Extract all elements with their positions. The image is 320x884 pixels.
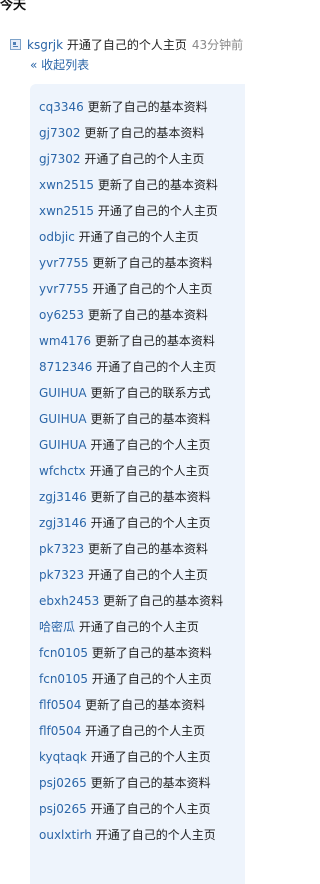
user-link[interactable]: wfchctx — [39, 464, 86, 478]
list-item: psj0265 开通了自己的个人主页 — [39, 800, 223, 826]
user-link[interactable]: kyqtaqk — [39, 750, 87, 764]
user-link[interactable]: flf0504 — [39, 724, 81, 738]
entry-user-link[interactable]: ksgrjk — [27, 38, 63, 52]
list-item: GUIHUA 更新了自己的联系方式 — [39, 384, 223, 410]
user-link[interactable]: 8712346 — [39, 360, 92, 374]
list-item: 8712346 开通了自己的个人主页 — [39, 358, 223, 384]
action-text: 更新了自己的基本资料 — [87, 542, 208, 556]
action-text: 开通了自己的个人主页 — [92, 282, 213, 296]
user-link[interactable]: zgj3146 — [39, 490, 87, 504]
list-item: fcn0105 开通了自己的个人主页 — [39, 670, 223, 696]
user-link[interactable]: xwn2515 — [39, 204, 94, 218]
action-text: 开通了自己的个人主页 — [90, 516, 211, 530]
user-link[interactable]: gj7302 — [39, 126, 81, 140]
action-text: 更新了自己的基本资料 — [87, 100, 208, 114]
list-item: psj0265 更新了自己的基本资料 — [39, 774, 223, 800]
user-link[interactable]: cq3346 — [39, 100, 84, 114]
user-link[interactable]: ouxlxtirh — [39, 828, 92, 842]
section-heading: 今天 — [0, 0, 27, 13]
user-link[interactable]: 哈密瓜 — [39, 620, 75, 634]
activity-list: cq3346 更新了自己的基本资料 gj7302 更新了自己的基本资料 gj7302… — [39, 98, 223, 852]
list-item: wfchctx 开通了自己的个人主页 — [39, 462, 223, 488]
action-text: 开通了自己的个人主页 — [91, 672, 212, 686]
user-link[interactable]: GUIHUA — [39, 412, 87, 426]
user-link[interactable]: oy6253 — [39, 308, 84, 322]
list-item: xwn2515 开通了自己的个人主页 — [39, 202, 223, 228]
action-text: 开通了自己的个人主页 — [90, 750, 211, 764]
feed-icon — [10, 39, 21, 50]
user-link[interactable]: zgj3146 — [39, 516, 87, 530]
action-text: 更新了自己的基本资料 — [90, 412, 211, 426]
entry-time: 43分钟前 — [191, 38, 244, 52]
list-item: xwn2515 更新了自己的基本资料 — [39, 176, 223, 202]
list-item: oy6253 更新了自己的基本资料 — [39, 306, 223, 332]
list-item: cq3346 更新了自己的基本资料 — [39, 98, 223, 124]
list-item: 哈密瓜 开通了自己的个人主页 — [39, 618, 223, 644]
list-item: ouxlxtirh 开通了自己的个人主页 — [39, 826, 223, 852]
user-link[interactable]: GUIHUA — [39, 386, 87, 400]
user-link[interactable]: fcn0105 — [39, 672, 88, 686]
action-text: 开通了自己的个人主页 — [96, 360, 217, 374]
list-item: pk7323 开通了自己的个人主页 — [39, 566, 223, 592]
action-text: 更新了自己的基本资料 — [94, 334, 215, 348]
list-item: gj7302 开通了自己的个人主页 — [39, 150, 223, 176]
entry-action: 开通了自己的个人主页 — [66, 38, 187, 52]
user-link[interactable]: xwn2515 — [39, 178, 94, 192]
list-item: yvr7755 更新了自己的基本资料 — [39, 254, 223, 280]
action-text: 更新了自己的联系方式 — [90, 386, 211, 400]
action-text: 开通了自己的个人主页 — [85, 724, 206, 738]
list-item: wm4176 更新了自己的基本资料 — [39, 332, 223, 358]
list-item: odbjic 开通了自己的个人主页 — [39, 228, 223, 254]
user-link[interactable]: fcn0105 — [39, 646, 88, 660]
list-item: yvr7755 开通了自己的个人主页 — [39, 280, 223, 306]
list-item: zgj3146 更新了自己的基本资料 — [39, 488, 223, 514]
user-link[interactable]: gj7302 — [39, 152, 81, 166]
action-text: 更新了自己的基本资料 — [84, 126, 205, 140]
user-link[interactable]: wm4176 — [39, 334, 91, 348]
list-item: ebxh2453 更新了自己的基本资料 — [39, 592, 223, 618]
list-item: zgj3146 开通了自己的个人主页 — [39, 514, 223, 540]
action-text: 开通了自己的个人主页 — [87, 568, 208, 582]
action-text: 更新了自己的基本资料 — [103, 594, 224, 608]
list-item: pk7323 更新了自己的基本资料 — [39, 540, 223, 566]
list-item: GUIHUA 更新了自己的基本资料 — [39, 410, 223, 436]
activity-list-panel: cq3346 更新了自己的基本资料 gj7302 更新了自己的基本资料 gj7302… — [30, 84, 245, 884]
collapse-list-label[interactable]: « 收起列表 — [30, 58, 89, 72]
action-text: 更新了自己的基本资料 — [92, 256, 213, 270]
feed-entry: ksgrjk 开通了自己的个人主页 43分钟前 — [10, 36, 245, 54]
collapse-list-link[interactable]: « 收起列表 — [30, 56, 89, 74]
action-text: 更新了自己的基本资料 — [91, 646, 212, 660]
user-link[interactable]: yvr7755 — [39, 256, 89, 270]
action-text: 开通了自己的个人主页 — [89, 464, 210, 478]
user-link[interactable]: yvr7755 — [39, 282, 89, 296]
action-text: 开通了自己的个人主页 — [84, 152, 205, 166]
list-item: flf0504 开通了自己的个人主页 — [39, 722, 223, 748]
user-link[interactable]: flf0504 — [39, 698, 81, 712]
user-link[interactable]: ebxh2453 — [39, 594, 99, 608]
user-link[interactable]: GUIHUA — [39, 438, 87, 452]
list-item: kyqtaqk 开通了自己的个人主页 — [39, 748, 223, 774]
action-text: 更新了自己的基本资料 — [90, 490, 211, 504]
user-link[interactable]: pk7323 — [39, 568, 84, 582]
action-text: 更新了自己的基本资料 — [85, 698, 206, 712]
action-text: 开通了自己的个人主页 — [90, 438, 211, 452]
action-text: 更新了自己的基本资料 — [87, 308, 208, 322]
action-text: 开通了自己的个人主页 — [97, 204, 218, 218]
action-text: 更新了自己的基本资料 — [97, 178, 218, 192]
user-link[interactable]: odbjic — [39, 230, 75, 244]
list-item: GUIHUA 开通了自己的个人主页 — [39, 436, 223, 462]
action-text: 更新了自己的基本资料 — [90, 776, 211, 790]
action-text: 开通了自己的个人主页 — [90, 802, 211, 816]
user-link[interactable]: psj0265 — [39, 802, 87, 816]
action-text: 开通了自己的个人主页 — [78, 230, 199, 244]
list-item: fcn0105 更新了自己的基本资料 — [39, 644, 223, 670]
action-text: 开通了自己的个人主页 — [95, 828, 216, 842]
list-item: gj7302 更新了自己的基本资料 — [39, 124, 223, 150]
user-link[interactable]: pk7323 — [39, 542, 84, 556]
list-item: flf0504 更新了自己的基本资料 — [39, 696, 223, 722]
user-link[interactable]: psj0265 — [39, 776, 87, 790]
action-text: 开通了自己的个人主页 — [78, 620, 199, 634]
